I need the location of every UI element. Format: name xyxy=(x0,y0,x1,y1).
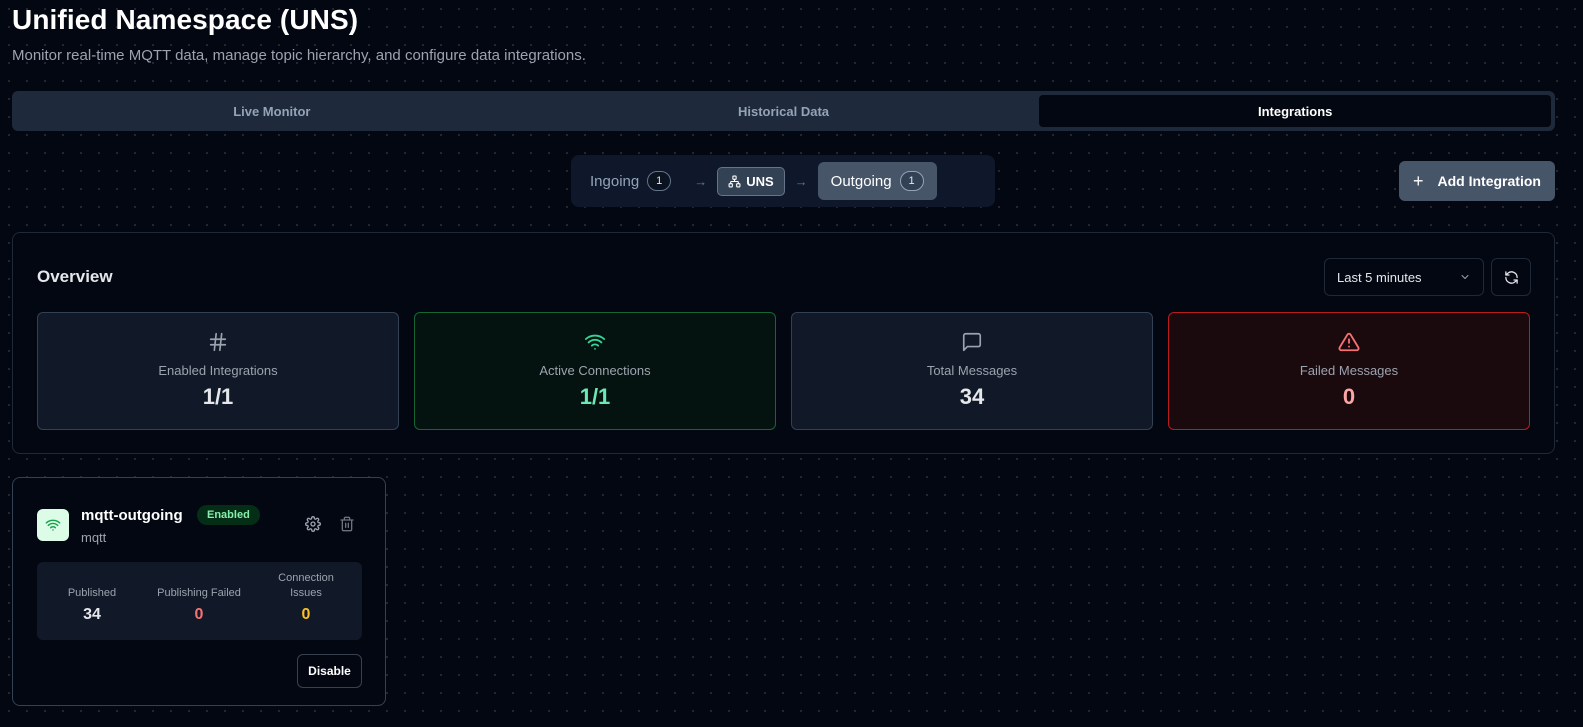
wifi-icon xyxy=(37,509,69,541)
time-range-value: Last 5 minutes xyxy=(1337,269,1422,285)
stat-label: Connection Issues xyxy=(278,572,334,599)
arrow-right-icon: → xyxy=(794,173,808,189)
stat-label: Active Connections xyxy=(539,363,651,378)
stat-label: Enabled Integrations xyxy=(158,363,278,378)
tab-live-monitor[interactable]: Live Monitor xyxy=(16,95,528,127)
tab-historical-data[interactable]: Historical Data xyxy=(528,95,1040,127)
overview-title: Overview xyxy=(37,267,113,286)
add-integration-button[interactable]: + Add Integration xyxy=(1399,161,1555,201)
uns-label: UNS xyxy=(746,173,774,189)
uns-chip: UNS xyxy=(717,166,785,196)
integration-direction-selector: Ingoing 1 → UNS → Outgoing 1 xyxy=(571,155,995,207)
ingoing-label: Ingoing xyxy=(590,172,640,190)
outgoing-count-badge: 1 xyxy=(899,171,924,191)
main-tabs: Live Monitor Historical Data Integration… xyxy=(12,91,1555,131)
outgoing-toggle[interactable]: Outgoing 1 xyxy=(817,162,937,200)
page-title: Unified Namespace (UNS) xyxy=(12,4,359,35)
stat-label: Publishing Failed xyxy=(157,587,241,599)
stat-value: 0 xyxy=(1342,384,1356,409)
gear-icon xyxy=(305,516,321,532)
overview-panel: Overview Last 5 minutes Enabled Integrat… xyxy=(12,232,1555,454)
hash-icon xyxy=(207,329,229,355)
stat-publishing-failed: Publishing Failed 0 xyxy=(144,586,254,624)
stat-connection-issues: Connection Issues 0 xyxy=(261,571,351,624)
stat-total-messages: Total Messages 34 xyxy=(791,312,1153,430)
trash-icon xyxy=(340,516,354,532)
stat-enabled-integrations: Enabled Integrations 1/1 xyxy=(37,312,399,430)
integration-name: mqtt-outgoing xyxy=(81,507,183,524)
tab-integrations[interactable]: Integrations xyxy=(1039,95,1552,127)
page: Unified Namespace (UNS) Monitor real-tim… xyxy=(0,0,1583,727)
integration-type: mqtt xyxy=(81,530,107,545)
delete-button[interactable] xyxy=(339,516,355,537)
ingoing-toggle[interactable]: Ingoing 1 xyxy=(577,162,684,200)
settings-button[interactable] xyxy=(305,516,321,537)
stat-value: 0 xyxy=(301,606,311,623)
page-subtitle: Monitor real-time MQTT data, manage topi… xyxy=(12,47,586,64)
stat-value: 34 xyxy=(83,606,101,623)
status-badge: Enabled xyxy=(197,505,260,525)
plus-icon: + xyxy=(1413,171,1424,191)
arrow-right-icon: → xyxy=(694,173,708,189)
alert-triangle-icon xyxy=(1337,329,1361,355)
stat-active-connections: Active Connections 1/1 xyxy=(414,312,776,430)
ingoing-count-badge: 1 xyxy=(647,171,672,191)
network-icon xyxy=(728,175,741,187)
time-range-select[interactable]: Last 5 minutes xyxy=(1324,258,1484,296)
stat-published: Published 34 xyxy=(37,586,147,624)
refresh-button[interactable] xyxy=(1491,258,1531,296)
add-integration-label: Add Integration xyxy=(1437,173,1541,189)
outgoing-label: Outgoing xyxy=(830,172,892,190)
stat-value: 1/1 xyxy=(202,384,234,409)
message-icon xyxy=(961,329,983,355)
stat-label: Published xyxy=(67,587,117,599)
stat-label: Failed Messages xyxy=(1299,363,1399,378)
integration-stats: Published 34 Publishing Failed 0 Connect… xyxy=(37,562,362,640)
stat-value: 1/1 xyxy=(579,384,611,409)
chevron-down-icon xyxy=(1461,275,1469,279)
stat-failed-messages: Failed Messages 0 xyxy=(1168,312,1530,430)
refresh-icon xyxy=(1504,270,1518,284)
wifi-icon xyxy=(583,329,607,355)
integration-card: mqtt-outgoing Enabled mqtt Published 34 … xyxy=(12,477,386,706)
stat-label: Total Messages xyxy=(926,363,1018,378)
stat-value: 0 xyxy=(194,606,204,623)
disable-button[interactable]: Disable xyxy=(297,654,362,688)
stat-value: 34 xyxy=(959,384,985,409)
